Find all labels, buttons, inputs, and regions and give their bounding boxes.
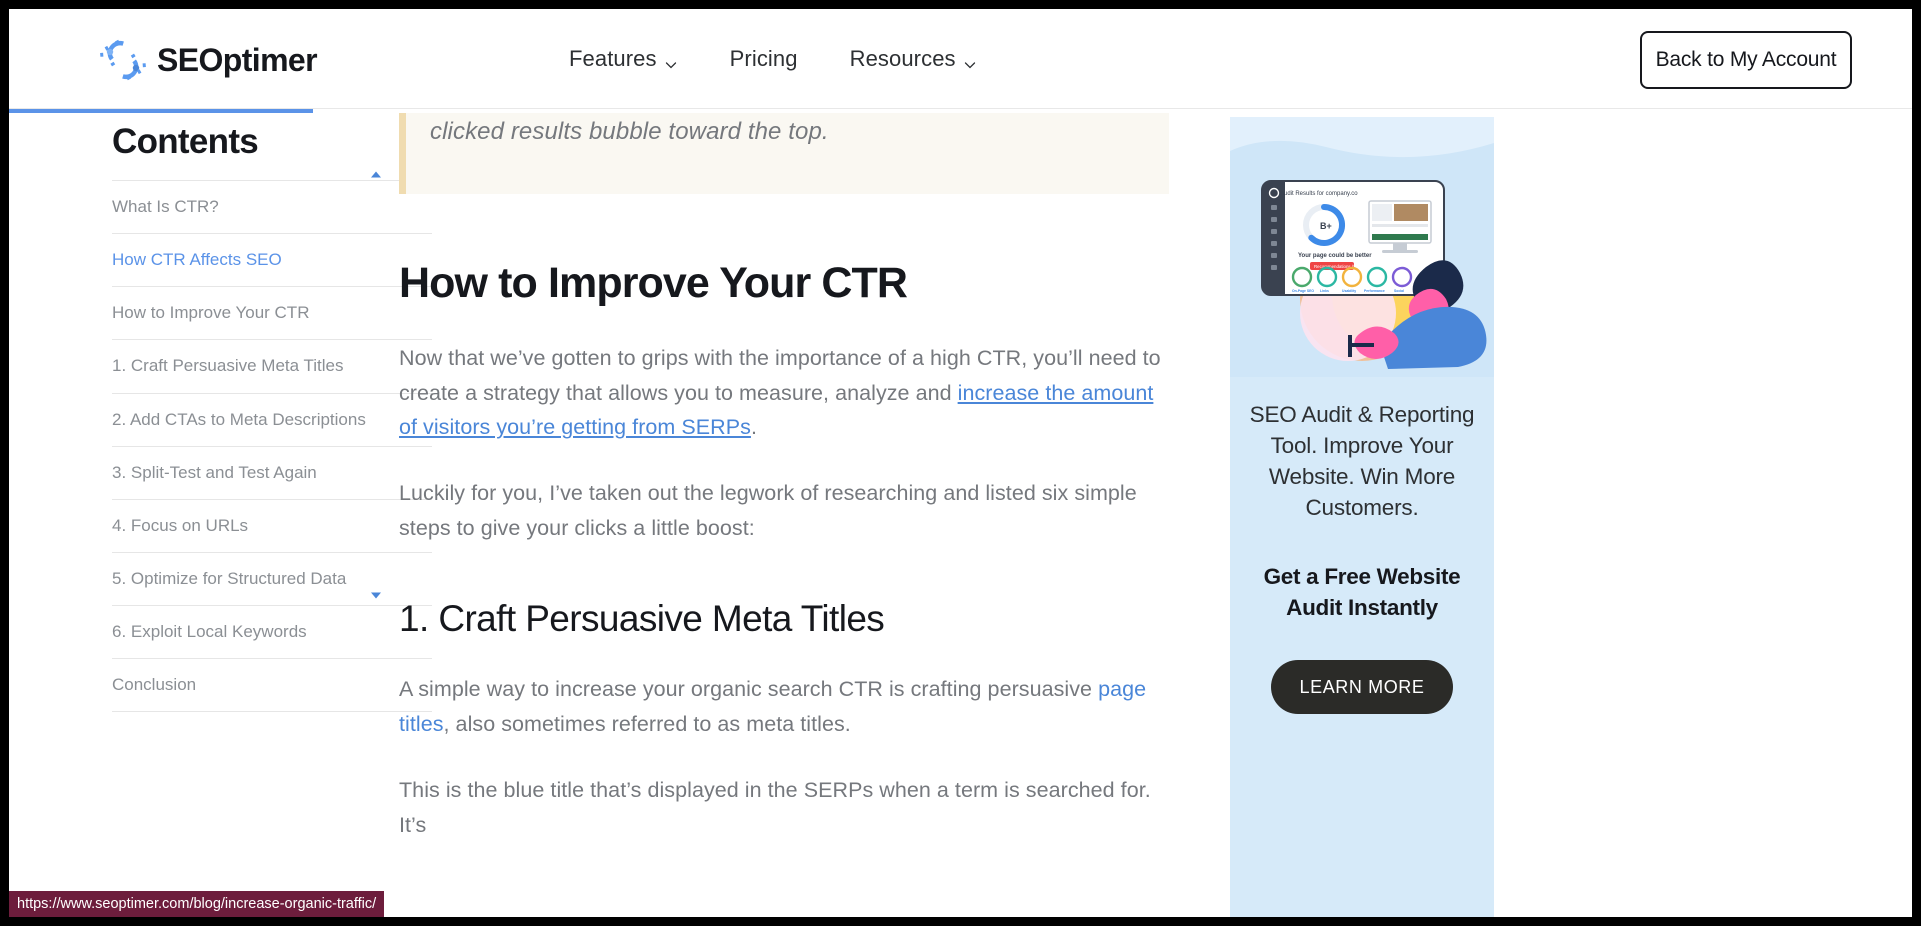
ad-headline-text: Get a Free Website Audit Instantly	[1263, 564, 1461, 621]
toc-item-4[interactable]: 2. Add CTAs to Meta Descriptions	[112, 394, 432, 447]
toc-list: What Is CTR? How CTR Affects SEO How to Im…	[112, 180, 432, 713]
reading-progress-fill	[9, 109, 314, 113]
svg-text:Links: Links	[1320, 289, 1329, 293]
paragraph-strategy: Now that we’ve gotten to grips with the …	[399, 341, 1169, 445]
ad-copy-text: SEO Audit & Reporting Tool. Improve Your…	[1249, 402, 1475, 521]
nav-item-pricing[interactable]: Pricing	[730, 46, 798, 72]
seoptimer-gear-logo-icon	[98, 35, 148, 85]
nav-item-pricing-label: Pricing	[729, 46, 798, 71]
browser-status-bar-url: https://www.seoptimer.com/blog/increase-…	[9, 891, 385, 917]
toc-item-9[interactable]: Conclusion	[112, 659, 432, 713]
svg-text:Usability: Usability	[1342, 289, 1356, 293]
page-body: Contents What Is CTR? How CTR Affects SEO…	[9, 113, 1912, 917]
seo-audit-dashboard-illustration-icon: Audit Results for company.co B+ Your pag…	[1230, 117, 1494, 377]
table-of-contents: Contents What Is CTR? How CTR Affects SEO…	[112, 113, 432, 713]
section-heading-meta-titles: 1. Craft Persuasive Meta Titles	[399, 597, 885, 639]
toc-item-0[interactable]: What Is CTR?	[112, 181, 432, 235]
article-content: clicked results bubble toward the top. H…	[399, 113, 1169, 843]
toc-item-3[interactable]: 1. Craft Persuasive Meta Titles	[112, 340, 432, 394]
svg-text:On-Page SEO: On-Page SEO	[1292, 289, 1314, 293]
paragraph-page-titles: A simple way to increase your organic se…	[399, 672, 1169, 742]
browser-viewport: SEOptimer Features Pricing Resources Bac…	[9, 9, 1912, 917]
paragraph-page-titles-text-a: A simple way to increase your organic se…	[399, 677, 1099, 702]
nav-item-resources[interactable]: Resources	[850, 46, 977, 72]
paragraph-six-steps: Luckily for you, I’ve taken out the legw…	[399, 481, 1137, 541]
svg-text:Social: Social	[1394, 289, 1404, 293]
pull-quote-text: clicked results bubble toward the top.	[430, 118, 829, 145]
svg-text:Audit Results for company.co: Audit Results for company.co	[1280, 191, 1358, 197]
svg-text:Performance: Performance	[1364, 289, 1385, 293]
toc-item-2[interactable]: How to Improve Your CTR	[112, 287, 432, 341]
triangle-up-icon[interactable]	[370, 170, 382, 179]
chevron-down-icon	[963, 52, 977, 69]
paragraph-page-titles-text-b: , also sometimes referred to as meta tit…	[443, 712, 851, 737]
site-logo[interactable]: SEOptimer	[98, 35, 318, 85]
toc-item-7[interactable]: 5. Optimize for Structured Data	[112, 553, 432, 606]
ad-learn-more-button[interactable]: LEARN MORE	[1271, 660, 1453, 715]
nav-item-features-label: Features	[569, 46, 657, 71]
triangle-down-icon[interactable]	[370, 591, 382, 600]
toc-item-6[interactable]: 4. Focus on URLs	[112, 500, 432, 553]
toc-item-8[interactable]: 6. Exploit Local Keywords	[112, 606, 432, 660]
paragraph-strategy-text-b: .	[750, 415, 757, 440]
reading-progress-bar	[9, 109, 1912, 113]
back-to-my-account-button[interactable]: Back to My Account	[1640, 31, 1852, 89]
pull-quote: clicked results bubble toward the top.	[399, 113, 1169, 195]
nav-item-features[interactable]: Features	[569, 46, 678, 72]
section-heading-improve-ctr: How to Improve Your CTR	[399, 259, 908, 308]
toc-item-5[interactable]: 3. Split-Test and Test Again	[112, 447, 432, 500]
paragraph-blue-title: This is the blue title that’s displayed …	[399, 777, 1151, 837]
toc-title: Contents	[112, 122, 259, 161]
main-navigation: Features Pricing Resources	[569, 9, 977, 109]
nav-item-resources-label: Resources	[849, 46, 956, 71]
toc-item-1[interactable]: How CTR Affects SEO	[112, 234, 432, 288]
site-logo-text: SEOptimer	[157, 41, 318, 78]
site-header: SEOptimer Features Pricing Resources Bac…	[9, 9, 1912, 109]
chevron-down-icon	[664, 52, 678, 69]
svg-text:B+: B+	[1320, 221, 1332, 231]
svg-text:Your page could be better: Your page could be better	[1298, 253, 1372, 259]
sidebar-ad-panel[interactable]: Audit Results for company.co B+ Your pag…	[1230, 117, 1494, 917]
